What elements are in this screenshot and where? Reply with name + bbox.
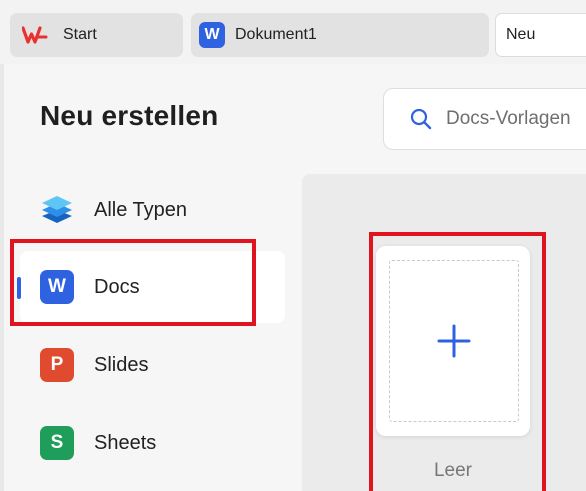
blank-page-preview <box>389 260 519 422</box>
sidebar-item-label: Slides <box>94 353 149 376</box>
blank-template-card[interactable] <box>376 246 530 436</box>
sidebar-item-sheets[interactable]: S Sheets <box>20 407 285 479</box>
layers-icon <box>42 196 72 223</box>
sheets-app-icon: S <box>40 426 74 460</box>
window-edge <box>0 28 4 52</box>
sidebar-item-docs[interactable]: W Docs <box>17 251 285 323</box>
tab-strip: Start W Dokument1 Neu <box>0 0 586 64</box>
tab-start[interactable]: Start <box>10 13 183 57</box>
word-document-icon: W <box>199 22 225 48</box>
sidebar-item-label: Sheets <box>94 431 157 454</box>
new-document-panel: Neu erstellen Docs-Vorlagen Alle Typen W… <box>4 64 586 491</box>
plus-icon <box>437 324 471 358</box>
page-title: Neu erstellen <box>40 100 219 131</box>
sidebar-item-label: Alle Typen <box>94 198 188 221</box>
active-indicator <box>17 277 21 299</box>
sidebar-item-label: Docs <box>94 275 140 298</box>
template-search-input[interactable]: Docs-Vorlagen <box>383 88 586 150</box>
template-gallery: Leer <box>302 174 586 491</box>
tab-document-label: Dokument1 <box>235 26 317 43</box>
docs-app-icon: W <box>40 270 74 304</box>
tab-new[interactable]: Neu <box>495 13 586 57</box>
tab-new-label: Neu <box>506 26 536 43</box>
search-icon <box>410 108 432 130</box>
search-placeholder: Docs-Vorlagen <box>446 108 571 129</box>
tab-document[interactable]: W Dokument1 <box>191 13 489 57</box>
sidebar-item-all-types[interactable]: Alle Typen <box>20 174 285 246</box>
wps-logo-icon <box>22 26 48 44</box>
slides-app-icon: P <box>40 348 74 382</box>
tab-start-label: Start <box>63 26 97 43</box>
sidebar-item-slides[interactable]: P Slides <box>20 329 285 401</box>
blank-template-caption: Leer <box>433 460 473 481</box>
